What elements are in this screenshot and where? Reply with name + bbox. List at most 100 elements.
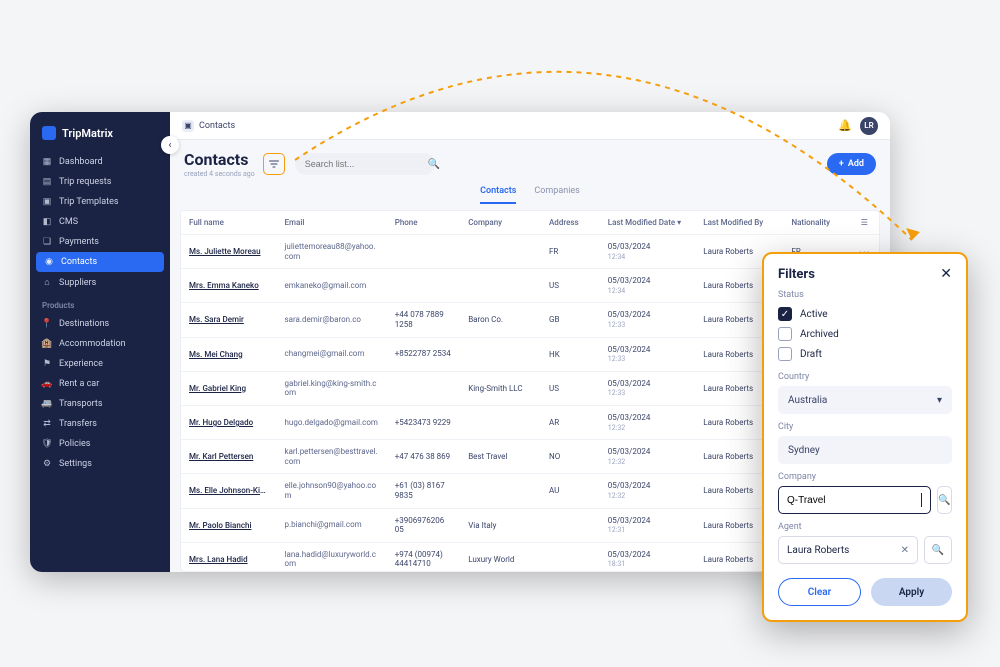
search-input[interactable] xyxy=(305,159,422,169)
col-company[interactable]: Company xyxy=(460,211,541,235)
col-nationality[interactable]: Nationality xyxy=(783,211,849,235)
cell-date: 05/03/202412:34 xyxy=(600,235,696,269)
cell-phone xyxy=(387,269,460,303)
sidebar-item-transfers[interactable]: ⇄Transfers xyxy=(30,414,170,434)
sidebar-item-trip-templates[interactable]: ▣Trip Templates xyxy=(30,192,170,212)
cell-name[interactable]: Mr. Hugo Delgado xyxy=(181,405,277,439)
nav-label: Transfers xyxy=(59,419,97,429)
cell-company: Luxury World xyxy=(460,542,541,572)
page-header: Contacts created 4 seconds ago 🔍 + Add xyxy=(170,140,890,184)
cell-phone: +8522787 2534 xyxy=(387,337,460,371)
city-value: Sydney xyxy=(788,445,820,456)
sidebar-item-destinations[interactable]: 📍Destinations xyxy=(30,314,170,334)
apply-button[interactable]: Apply xyxy=(871,578,952,606)
cell-address: GB xyxy=(541,303,600,337)
cell-name[interactable]: Mrs. Emma Kaneko xyxy=(181,269,277,303)
cell-name[interactable]: Ms. Juliette Moreau xyxy=(181,235,277,269)
nav-icon: ▦ xyxy=(42,157,52,167)
cell-address xyxy=(541,508,600,542)
nav-label: CMS xyxy=(59,217,78,227)
cell-phone: +5423473 9229 xyxy=(387,405,460,439)
filter-button[interactable] xyxy=(263,153,285,175)
cell-date: 05/03/202412:31 xyxy=(600,508,696,542)
col-last-modified-date[interactable]: Last Modified Date ▾ xyxy=(600,211,696,235)
cell-company xyxy=(460,474,541,508)
breadcrumb[interactable]: ▣ Contacts xyxy=(182,120,235,132)
country-select[interactable]: Australia ▾ xyxy=(778,386,952,414)
cell-address: US xyxy=(541,269,600,303)
cell-company: Via Italy xyxy=(460,508,541,542)
nav-label: Suppliers xyxy=(59,278,96,288)
nav-label: Trip Templates xyxy=(59,197,119,207)
company-search-button[interactable]: 🔍 xyxy=(937,486,952,514)
sidebar-item-dashboard[interactable]: ▦Dashboard xyxy=(30,152,170,172)
nav-icon: ◉ xyxy=(44,257,54,267)
col-settings-icon[interactable]: ☰ xyxy=(850,211,879,235)
add-button[interactable]: + Add xyxy=(827,153,876,175)
nav-label: Rent a car xyxy=(59,379,99,389)
clear-button[interactable]: Clear xyxy=(778,578,861,606)
topbar: ▣ Contacts 🔔 LR xyxy=(170,112,890,140)
nav-icon: ◧ xyxy=(42,217,52,227)
col-email[interactable]: Email xyxy=(277,211,387,235)
sidebar-item-settings[interactable]: ⚙Settings xyxy=(30,454,170,474)
nav-label: Experience xyxy=(59,359,103,369)
sidebar-item-cms[interactable]: ◧ CMS xyxy=(30,212,170,232)
sidebar-item-trip-requests[interactable]: ▤Trip requests xyxy=(30,172,170,192)
nav-label: Contacts xyxy=(61,257,97,267)
sidebar-item-rent-a-car[interactable]: 🚗Rent a car xyxy=(30,374,170,394)
cell-company xyxy=(460,337,541,371)
cell-email: p.bianchi@gmail.com xyxy=(277,508,387,542)
sidebar-item-suppliers[interactable]: ⌂ Suppliers xyxy=(30,272,170,293)
cell-phone xyxy=(387,371,460,405)
nav-icon: ⌂ xyxy=(42,277,52,288)
col-address[interactable]: Address xyxy=(541,211,600,235)
status-option-draft[interactable]: Draft xyxy=(778,344,952,364)
search-field[interactable]: 🔍 xyxy=(295,153,435,175)
sidebar-section-products: Products xyxy=(30,293,170,314)
cell-name[interactable]: Mr. Paolo Bianchi xyxy=(181,508,277,542)
sidebar-item-payments[interactable]: ❏Payments xyxy=(30,232,170,252)
status-label-text: Archived xyxy=(800,329,839,340)
tab-companies[interactable]: Companies xyxy=(534,186,579,204)
close-icon[interactable]: ✕ xyxy=(940,266,952,282)
company-label: Company xyxy=(778,472,952,482)
agent-label: Agent xyxy=(778,522,952,532)
breadcrumb-label: Contacts xyxy=(199,121,235,131)
company-input-wrap[interactable] xyxy=(778,486,931,514)
cell-date: 05/03/202412:34 xyxy=(600,269,696,303)
mode-tabs: Contacts Companies xyxy=(170,184,890,204)
cell-company: King-Smith LLC xyxy=(460,371,541,405)
company-input[interactable] xyxy=(787,495,919,506)
remove-agent-icon[interactable]: ✕ xyxy=(901,545,909,556)
col-last-modified-by[interactable]: Last Modified By xyxy=(695,211,783,235)
cell-name[interactable]: Ms. Elle Johnson-King xyxy=(181,474,277,508)
sidebar-item-transports[interactable]: 🚐Transports xyxy=(30,394,170,414)
checkbox-icon: ✓ xyxy=(778,307,792,321)
sidebar-collapse-button[interactable]: ‹ xyxy=(161,136,179,154)
sidebar-item-contacts[interactable]: ◉ Contacts xyxy=(36,252,164,272)
sidebar-item-accommodation[interactable]: 🏨Accommodation xyxy=(30,334,170,354)
status-option-archived[interactable]: Archived xyxy=(778,324,952,344)
sidebar-item-experience[interactable]: ⚑Experience xyxy=(30,354,170,374)
cell-name[interactable]: Ms. Mei Chang xyxy=(181,337,277,371)
status-option-active[interactable]: ✓ Active xyxy=(778,304,952,324)
created-caption: created 4 seconds ago xyxy=(184,170,255,178)
nav-label: Destinations xyxy=(59,319,109,329)
cell-phone: +3906976206 05 xyxy=(387,508,460,542)
cell-name[interactable]: Ms. Sara Demir xyxy=(181,303,277,337)
col-full-name[interactable]: Full name xyxy=(181,211,277,235)
cell-name[interactable]: Mrs. Lana Hadid xyxy=(181,542,277,572)
nav-icon: 🏨 xyxy=(42,339,52,349)
city-input[interactable]: Sydney xyxy=(778,436,952,464)
cell-name[interactable]: Mr. Gabriel King xyxy=(181,371,277,405)
avatar[interactable]: LR xyxy=(860,117,878,135)
sidebar-item-policies[interactable]: 🛡Policies xyxy=(30,434,170,454)
tab-contacts[interactable]: Contacts xyxy=(480,186,516,204)
agent-search-button[interactable]: 🔍 xyxy=(924,536,952,564)
cell-name[interactable]: Mr. Karl Pettersen xyxy=(181,440,277,474)
agent-chip[interactable]: Laura Roberts ✕ xyxy=(778,536,918,564)
col-phone[interactable]: Phone xyxy=(387,211,460,235)
notifications-icon[interactable]: 🔔 xyxy=(838,119,852,132)
status-label-text: Active xyxy=(800,309,828,320)
